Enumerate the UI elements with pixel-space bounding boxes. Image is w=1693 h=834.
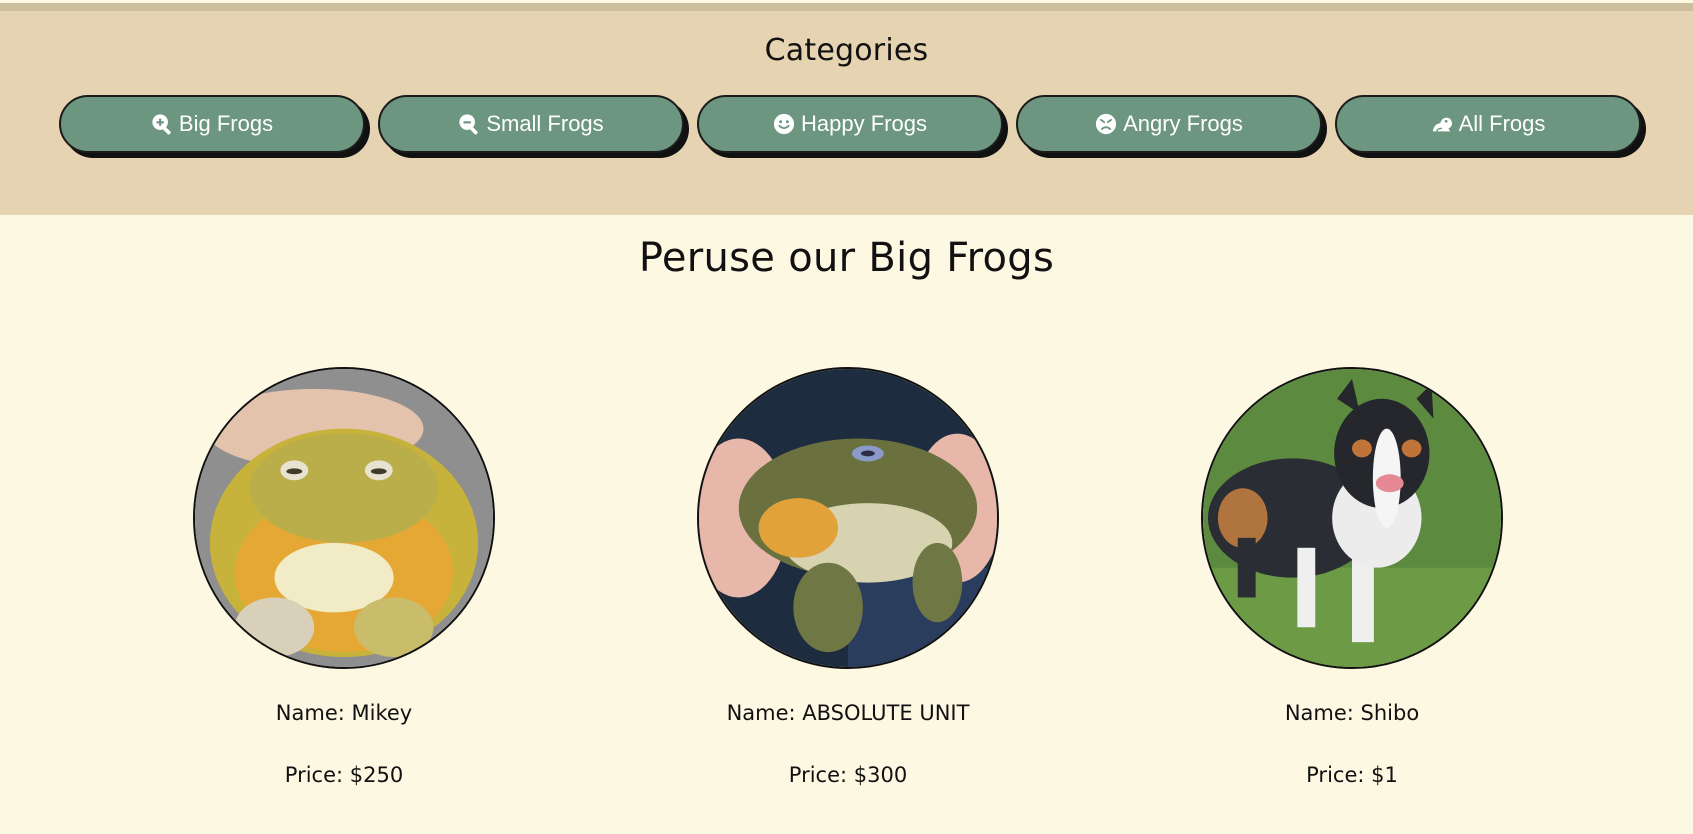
zoom-in-icon (151, 113, 173, 135)
frog-icon (1431, 113, 1453, 135)
product-card[interactable]: Name: Mikey Price: $250 (92, 367, 596, 787)
angry-frogs-label: Angry Frogs (1123, 111, 1243, 136)
big-frogs-button[interactable]: Big Frogs (59, 95, 365, 153)
frog-photo (697, 367, 999, 669)
page-title: Peruse our Big Frogs (638, 235, 1055, 281)
angry-face-icon (1095, 113, 1117, 135)
categories-section: Categories Big Frogs Small Frogs Happy F… (0, 11, 1693, 215)
product-price: Price: $1 (1306, 763, 1398, 787)
categories-title: Categories (764, 33, 929, 68)
category-button-row: Big Frogs Small Frogs Happy Frogs Angry … (59, 95, 1641, 153)
top-border (0, 3, 1693, 11)
all-frogs-button[interactable]: All Frogs (1335, 95, 1641, 153)
product-name: Name: Shibo (1284, 701, 1420, 725)
zoom-out-icon (458, 113, 480, 135)
frog-photo (193, 367, 495, 669)
all-frogs-label: All Frogs (1458, 111, 1546, 136)
dog-photo (1201, 367, 1503, 669)
product-grid: Name: Mikey Price: $250 Name: ABSOLUTE U… (0, 367, 1693, 787)
angry-frogs-button[interactable]: Angry Frogs (1016, 95, 1322, 153)
product-price: Price: $300 (788, 763, 908, 787)
smile-icon (773, 113, 795, 135)
product-price: Price: $250 (284, 763, 404, 787)
happy-frogs-label: Happy Frogs (801, 111, 927, 136)
small-frogs-label: Small Frogs (486, 111, 604, 136)
big-frogs-label: Big Frogs (178, 111, 274, 136)
product-card[interactable]: Name: Shibo Price: $1 (1100, 367, 1604, 787)
small-frogs-button[interactable]: Small Frogs (378, 95, 684, 153)
product-name: Name: ABSOLUTE UNIT (726, 701, 970, 725)
product-name: Name: Mikey (275, 701, 413, 725)
product-card[interactable]: Name: ABSOLUTE UNIT Price: $300 (596, 367, 1100, 787)
happy-frogs-button[interactable]: Happy Frogs (697, 95, 1003, 153)
